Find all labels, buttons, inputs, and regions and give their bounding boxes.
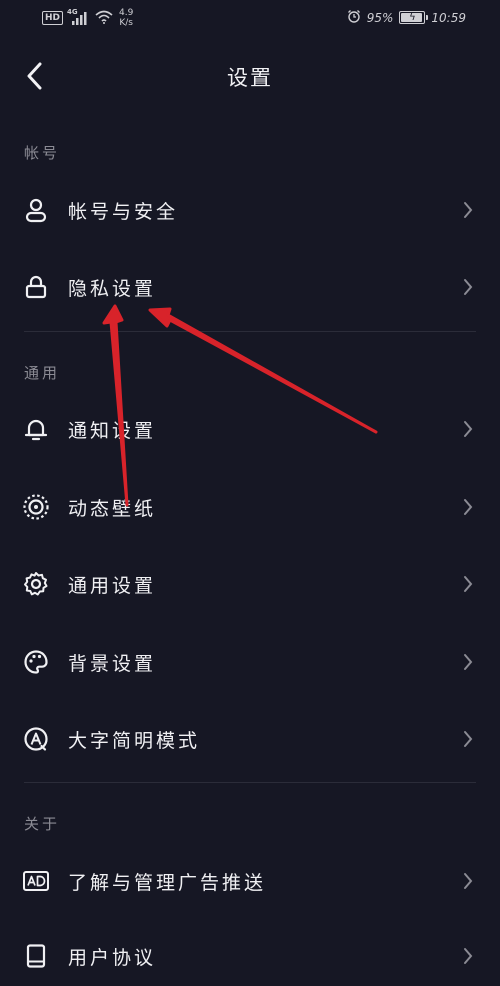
divider xyxy=(24,782,476,783)
menu-label: 了解与管理广告推送 xyxy=(68,871,267,894)
chevron-right-icon xyxy=(462,652,474,672)
top-bar: 设置 xyxy=(0,46,500,106)
chevron-right-icon xyxy=(462,419,474,439)
book-icon xyxy=(22,942,50,970)
menu-item-user-agreement[interactable]: 用户协议 xyxy=(0,926,500,986)
chevron-right-icon xyxy=(462,946,474,966)
chevron-right-icon xyxy=(462,729,474,749)
bell-icon xyxy=(22,415,50,443)
menu-label: 通用设置 xyxy=(68,574,157,597)
gear-icon xyxy=(22,570,50,598)
status-left: HD 4G 4.9 K/s xyxy=(42,8,133,28)
menu-item-account-security[interactable]: 帐号与安全 xyxy=(0,180,500,240)
menu-item-privacy-settings[interactable]: 隐私设置 xyxy=(0,257,500,317)
menu-label: 隐私设置 xyxy=(68,277,157,300)
menu-label: 用户协议 xyxy=(68,946,157,969)
cellular-signal-icon: 4G xyxy=(67,8,89,25)
chevron-right-icon xyxy=(462,497,474,517)
menu-item-live-wallpaper[interactable]: 动态壁纸 xyxy=(0,477,500,537)
live-wallpaper-icon xyxy=(22,493,50,521)
menu-item-large-text-mode[interactable]: 大字简明模式 xyxy=(0,709,500,769)
alarm-icon xyxy=(347,9,361,26)
clock: 10:59 xyxy=(431,10,466,25)
chevron-right-icon xyxy=(462,574,474,594)
chevron-right-icon xyxy=(462,277,474,297)
status-bar: HD 4G 4.9 K/s 95% ϟ 10:59 xyxy=(0,0,500,40)
section-label-account: 帐号 xyxy=(24,144,61,162)
chevron-right-icon xyxy=(462,200,474,220)
network-type: 4G xyxy=(67,8,78,16)
user-icon xyxy=(22,196,50,224)
menu-label: 动态壁纸 xyxy=(68,497,157,520)
status-right: 95% ϟ 10:59 xyxy=(347,9,466,26)
settings-screen: HD 4G 4.9 K/s 95% ϟ 10:59 设置 帐号 帐号与安全 隐私… xyxy=(0,0,500,974)
network-speed: 4.9 K/s xyxy=(119,8,133,28)
menu-label: 大字简明模式 xyxy=(68,729,201,752)
section-label-general: 通用 xyxy=(24,364,61,382)
speed-value: 4.9 xyxy=(119,8,134,18)
charging-bolt-icon: ϟ xyxy=(409,11,416,23)
large-text-icon xyxy=(22,725,50,753)
battery-icon: ϟ xyxy=(399,11,429,24)
menu-item-general-settings[interactable]: 通用设置 xyxy=(0,554,500,614)
menu-item-ad-management[interactable]: 了解与管理广告推送 xyxy=(0,851,500,911)
lock-icon xyxy=(22,273,50,301)
battery-percent: 95% xyxy=(366,10,394,25)
ad-icon xyxy=(22,867,50,895)
menu-label: 背景设置 xyxy=(68,652,157,675)
divider xyxy=(24,331,476,332)
menu-label: 通知设置 xyxy=(68,419,157,442)
menu-label: 帐号与安全 xyxy=(68,200,179,223)
menu-item-notification-settings[interactable]: 通知设置 xyxy=(0,399,500,459)
palette-icon xyxy=(22,648,50,676)
wifi-icon xyxy=(95,10,113,27)
chevron-right-icon xyxy=(462,871,474,891)
section-label-about: 关于 xyxy=(24,815,61,833)
speed-unit: K/s xyxy=(119,18,133,28)
page-title: 设置 xyxy=(227,66,273,90)
hd-badge: HD xyxy=(42,11,64,25)
menu-item-background-settings[interactable]: 背景设置 xyxy=(0,632,500,692)
